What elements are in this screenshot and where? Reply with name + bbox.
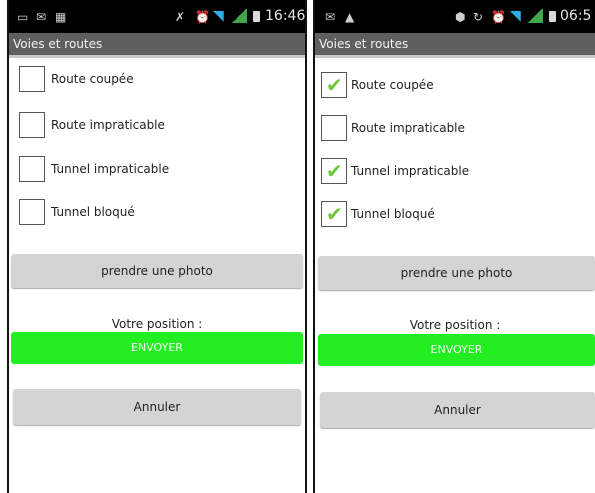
image-icon: ▦ (55, 10, 67, 24)
checkbox[interactable] (321, 115, 347, 141)
take-photo-button[interactable]: prendre une photo (11, 254, 303, 288)
mail-icon: ✉ (36, 10, 47, 24)
send-button[interactable]: ENVOYER (11, 332, 303, 364)
page-title: Voies et routes (315, 33, 595, 58)
checkbox[interactable]: ✔ (321, 158, 347, 184)
checkbox-tunnel-impraticable[interactable]: Tunnel impraticable (9, 152, 305, 186)
take-photo-button[interactable]: prendre une photo (318, 256, 595, 290)
phone-screen-right: ✉ ▲ ⬢ ↻ ⏰ ◥ 06:5 Voies et routes ✔ Route… (313, 0, 595, 493)
notification-icon: ▭ (17, 10, 29, 24)
mute-icon: ✗ (175, 10, 186, 24)
checkbox[interactable]: ✔ (321, 201, 347, 227)
checkbox-tunnel-bloque[interactable]: ✔ Tunnel bloqué (315, 199, 595, 233)
check-icon: ✔ (326, 159, 343, 183)
checkbox-label: Tunnel bloqué (351, 207, 435, 221)
checkbox-label: Route coupée (351, 78, 434, 92)
page-title: Voies et routes (9, 33, 305, 58)
status-bar: ▭ ✉ ▦ ✗ ⏰ ◥ 16:46 (9, 0, 305, 33)
checkbox[interactable] (19, 199, 45, 225)
checkbox[interactable] (19, 156, 45, 182)
check-icon: ✔ (326, 73, 343, 97)
checkbox-route-impraticable[interactable]: Route impraticable (9, 108, 305, 142)
warning-icon: ▲ (345, 10, 355, 24)
checkbox-label: Tunnel impraticable (351, 164, 470, 178)
check-icon: ✔ (326, 202, 343, 226)
cancel-button[interactable]: Annuler (13, 389, 301, 425)
checkbox-label: Tunnel impraticable (51, 162, 170, 176)
signal-icon (231, 9, 247, 23)
checkbox[interactable] (19, 66, 45, 92)
mail-icon: ✉ (325, 10, 336, 24)
wifi-icon: ◥ (213, 8, 224, 24)
checkbox-tunnel-bloque[interactable]: Tunnel bloqué (9, 195, 305, 229)
battery-icon (253, 11, 260, 22)
battery-icon (549, 11, 556, 22)
status-bar: ✉ ▲ ⬢ ↻ ⏰ ◥ 06:5 (315, 0, 595, 33)
clock-time: 06:5 (560, 8, 592, 24)
phone-screen-left: ▭ ✉ ▦ ✗ ⏰ ◥ 16:46 Voies et routes Route … (7, 0, 307, 493)
checkbox-label: Route impraticable (351, 121, 465, 135)
checkbox-route-coupee[interactable]: ✔ Route coupée (315, 70, 595, 104)
alarm-icon: ⏰ (195, 10, 210, 24)
cancel-button[interactable]: Annuler (320, 392, 595, 428)
sync-icon: ↻ (473, 10, 484, 24)
position-label: Votre position : (409, 318, 501, 332)
checkbox-route-coupee[interactable]: Route coupée (9, 62, 305, 96)
alarm-icon: ⏰ (491, 10, 506, 24)
checkbox[interactable]: ✔ (321, 72, 347, 98)
checkbox-label: Route coupée (51, 72, 134, 86)
checkbox-label: Route impraticable (51, 118, 165, 132)
clock-time: 16:46 (265, 8, 306, 24)
wifi-icon: ◥ (510, 8, 521, 24)
checkbox-tunnel-impraticable[interactable]: ✔ Tunnel impraticable (315, 156, 595, 190)
checkbox-label: Tunnel bloqué (51, 205, 135, 219)
position-label: Votre position : (111, 317, 203, 331)
send-button[interactable]: ENVOYER (318, 334, 595, 366)
location-icon: ⬢ (455, 10, 466, 24)
signal-icon (527, 9, 543, 23)
checkbox-route-impraticable[interactable]: Route impraticable (315, 113, 595, 147)
checkbox[interactable] (19, 112, 45, 138)
